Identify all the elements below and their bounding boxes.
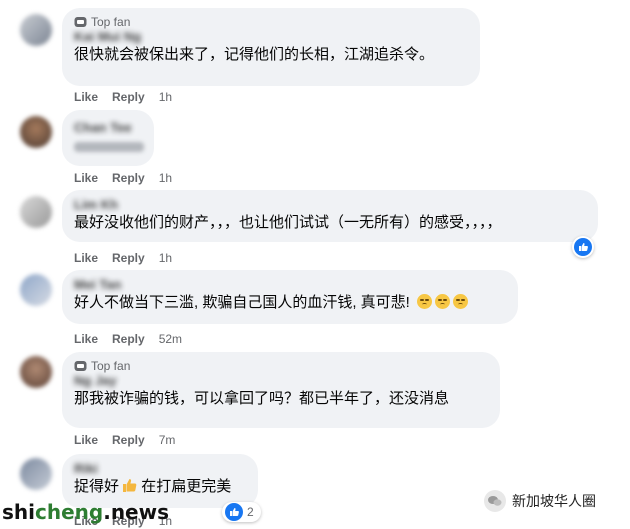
comment-bubble: Top fan Ng Jay 那我被诈骗的钱，可以拿回了吗？都已半年了，还没消息 (62, 352, 500, 428)
comment-bubble: Mei Tan 好人不做当下三滥, 欺骗自己国人的血汗钱, 真可悲! (62, 270, 518, 324)
commenter-name[interactable]: Chan Tee (74, 120, 142, 136)
avatar[interactable] (20, 14, 52, 46)
commenter-name[interactable]: Riki (74, 461, 246, 477)
comment-actions: Like Reply 7m (74, 433, 189, 447)
avatar[interactable] (20, 196, 52, 228)
reply-button[interactable]: Reply (112, 171, 145, 185)
site-watermark: shicheng.news (2, 500, 169, 524)
disappointed-face-icon (417, 294, 433, 309)
top-fan-badge: Top fan (74, 359, 488, 373)
avatar[interactable] (20, 356, 52, 388)
comment-text: 很快就会被保出来了，记得他们的长相，江湖追杀令。 (74, 46, 435, 63)
like-button[interactable]: Like (74, 251, 98, 265)
reaction-summary[interactable]: 2 (222, 502, 261, 522)
disappointed-face-icon (435, 294, 451, 309)
top-fan-icon (74, 361, 87, 371)
reply-button[interactable]: Reply (112, 433, 145, 447)
commenter-name[interactable]: Kai Mui Ng (74, 29, 468, 45)
top-fan-badge: Top fan (74, 15, 468, 29)
thumbs-up-icon (123, 479, 137, 492)
avatar[interactable] (20, 458, 52, 490)
like-button[interactable]: Like (74, 90, 98, 104)
timestamp[interactable]: 1h (159, 171, 172, 185)
comment-text-blurred (74, 142, 144, 152)
commenter-name[interactable]: Ng Jay (74, 373, 488, 389)
reply-button[interactable]: Reply (112, 332, 145, 346)
comment-text: 捉得好 在打扁更完美 (74, 478, 232, 495)
like-button[interactable]: Like (74, 332, 98, 346)
disappointed-face-icon (453, 294, 469, 309)
top-fan-icon (74, 17, 87, 27)
timestamp[interactable]: 1h (159, 90, 172, 104)
commenter-name[interactable]: Lim Kh (74, 197, 586, 213)
comment-actions: Like Reply 1h (74, 171, 186, 185)
comment-text: 最好没收他们的财产，，，也让他们试试（一无所有）的感受，，，， (74, 214, 502, 231)
comment-actions: Like Reply 1h (74, 90, 186, 104)
reply-button[interactable]: Reply (112, 90, 145, 104)
timestamp[interactable]: 52m (159, 332, 182, 346)
comment-bubble: Chan Tee (62, 110, 154, 166)
account-watermark: 新加坡华人圈 (484, 490, 596, 512)
commenter-name[interactable]: Mei Tan (74, 277, 506, 293)
reaction-count: 2 (247, 505, 254, 519)
like-reaction-icon (225, 503, 243, 521)
avatar[interactable] (20, 116, 52, 148)
reply-button[interactable]: Reply (112, 251, 145, 265)
account-name: 新加坡华人圈 (512, 493, 596, 509)
comment-actions: Like Reply 52m (74, 332, 196, 346)
chat-bubble-icon (484, 490, 506, 512)
comment-actions: Like Reply 1h (74, 251, 186, 265)
like-reaction-icon (574, 238, 592, 256)
like-button[interactable]: Like (74, 433, 98, 447)
comment-text: 好人不做当下三滥, 欺骗自己国人的血汗钱, 真可悲! (74, 293, 506, 313)
timestamp[interactable]: 1h (159, 251, 172, 265)
timestamp[interactable]: 7m (159, 433, 176, 447)
reaction-summary[interactable] (572, 236, 594, 258)
like-button[interactable]: Like (74, 171, 98, 185)
comment-bubble: Lim Kh 最好没收他们的财产，，，也让他们试试（一无所有）的感受，，，， (62, 190, 598, 242)
comment-bubble: Top fan Kai Mui Ng 很快就会被保出来了，记得他们的长相，江湖追… (62, 8, 480, 86)
avatar[interactable] (20, 274, 52, 306)
comment-text: 那我被诈骗的钱，可以拿回了吗？都已半年了，还没消息 (74, 390, 450, 407)
